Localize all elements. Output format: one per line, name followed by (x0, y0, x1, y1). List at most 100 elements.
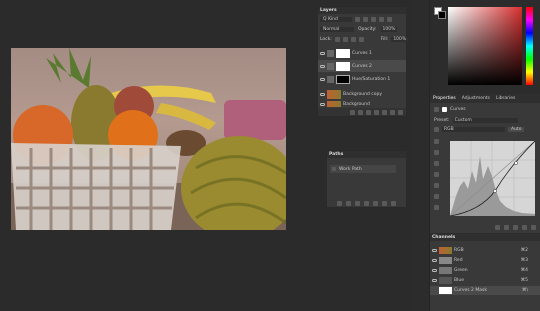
opacity-field[interactable]: 100% (380, 27, 398, 32)
channel-row[interactable]: Blue ⌘5 (430, 276, 540, 285)
channel-name[interactable]: Blue (454, 278, 519, 283)
layers-panel: Layers Q Kind Normal Opacity: 100% Lock:… (317, 6, 409, 117)
adjustment-name: Curves (450, 107, 466, 112)
filter-shape-icon[interactable] (379, 17, 384, 22)
add-mask-icon[interactable] (373, 200, 378, 206)
layer-row[interactable]: Hue/Saturation 1 (318, 73, 406, 85)
channel-row[interactable]: Green ⌘4 (430, 266, 540, 275)
lock-artboard-icon[interactable] (350, 37, 356, 42)
layer-mask-thumbnail[interactable] (336, 48, 350, 58)
filter-adjustment-icon[interactable] (363, 17, 368, 22)
filter-kind-select[interactable]: Q Kind (320, 17, 352, 22)
tab-properties[interactable]: Properties (433, 96, 456, 101)
target-adjust-icon[interactable] (434, 127, 439, 132)
trash-icon[interactable] (391, 200, 396, 206)
blend-mode-select[interactable]: Normal (320, 27, 354, 32)
add-style-icon[interactable] (358, 109, 363, 115)
channels-panel: Channels RGB ⌘2 Red ⌘3 Green ⌘4 Blue ⌘5 … (430, 234, 540, 311)
layer-row[interactable]: Curves 2 (318, 60, 406, 72)
black-point-eyedropper-icon[interactable] (434, 139, 439, 144)
layers-panel-title[interactable]: Layers (320, 8, 337, 13)
channel-row[interactable]: RGB ⌘2 (430, 246, 540, 255)
trash-icon[interactable] (398, 109, 403, 115)
link-layers-icon[interactable] (350, 109, 355, 115)
stroke-path-icon[interactable] (346, 200, 351, 206)
channels-panel-header: Channels (430, 234, 540, 241)
path-item[interactable]: Work Path (330, 165, 396, 173)
visibility-eye-icon[interactable] (432, 279, 437, 282)
background-color-swatch[interactable] (438, 11, 446, 19)
channel-row[interactable]: Red ⌘3 (430, 256, 540, 265)
clip-to-layer-icon[interactable] (495, 224, 500, 230)
make-work-path-icon[interactable] (364, 200, 369, 206)
clipping-warning-icon[interactable] (434, 205, 439, 210)
visibility-eye-icon[interactable] (432, 259, 437, 262)
tab-libraries[interactable]: Libraries (496, 96, 515, 101)
properties-panel: Properties Adjustments Libraries Curves … (430, 94, 540, 233)
lock-all-icon[interactable] (358, 37, 364, 42)
channel-row[interactable]: Curves 2 Mask ⌘\ (430, 286, 540, 295)
paths-footer (327, 199, 406, 207)
visibility-eye-icon[interactable] (522, 224, 527, 230)
reset-icon[interactable] (513, 224, 518, 230)
fill-field[interactable]: 100% (391, 37, 409, 42)
gray-point-eyedropper-icon[interactable] (434, 150, 439, 155)
visibility-eye-icon[interactable] (320, 51, 325, 55)
channel-name[interactable]: Curves 2 Mask (454, 288, 520, 293)
layer-name[interactable]: Curves 2 (352, 64, 372, 69)
curve-draw-icon[interactable] (434, 183, 439, 188)
layer-name[interactable]: Curves 1 (352, 51, 372, 56)
layer-mask-thumbnail[interactable] (336, 61, 350, 71)
channel-shortcut: ⌘3 (520, 258, 528, 263)
visibility-eye-icon[interactable] (320, 77, 325, 81)
visibility-eye-icon[interactable] (320, 92, 325, 96)
layer-row[interactable]: Curves 1 (318, 47, 406, 59)
channel-select[interactable]: RGB (442, 127, 505, 132)
filter-type-icon[interactable] (371, 17, 376, 22)
curve-edit-points-icon[interactable] (434, 172, 439, 177)
new-path-icon[interactable] (382, 200, 387, 206)
layer-name[interactable]: Hue/Saturation 1 (352, 77, 390, 82)
lock-pixels-icon[interactable] (334, 37, 340, 42)
channel-name[interactable]: Red (454, 258, 519, 263)
new-adjustment-icon[interactable] (374, 109, 379, 115)
smooth-icon[interactable] (434, 194, 439, 199)
fill-path-icon[interactable] (337, 200, 342, 206)
visibility-eye-icon[interactable] (432, 249, 437, 252)
filter-smart-icon[interactable] (387, 17, 392, 22)
channel-name[interactable]: Green (454, 268, 519, 273)
new-layer-icon[interactable] (390, 109, 395, 115)
color-field[interactable] (448, 7, 522, 85)
visibility-eye-icon[interactable] (432, 269, 437, 272)
filter-pixel-icon[interactable] (355, 17, 360, 22)
visibility-eye-icon[interactable] (320, 102, 325, 106)
paths-panel-title[interactable]: Paths (329, 152, 343, 157)
lock-position-icon[interactable] (342, 37, 348, 42)
mask-icon[interactable] (442, 107, 447, 112)
layer-name[interactable]: Background (343, 102, 370, 107)
load-selection-icon[interactable] (355, 200, 360, 206)
preset-select[interactable]: Custom (452, 118, 518, 123)
curves-graph[interactable] (449, 140, 536, 217)
white-point-eyedropper-icon[interactable] (434, 161, 439, 166)
auto-button[interactable]: Auto (508, 127, 525, 132)
layer-mask-thumbnail[interactable] (336, 74, 350, 84)
layer-row[interactable]: Background (318, 101, 406, 107)
path-name[interactable]: Work Path (339, 167, 362, 172)
view-previous-icon[interactable] (504, 224, 509, 230)
channel-name[interactable]: RGB (454, 248, 519, 253)
visibility-eye-icon[interactable] (320, 64, 325, 68)
layer-thumbnail[interactable] (327, 101, 341, 107)
channel-thumbnail (439, 277, 452, 284)
trash-icon[interactable] (531, 224, 536, 230)
document-canvas[interactable] (11, 48, 286, 230)
channels-panel-title[interactable]: Channels (432, 235, 455, 240)
new-group-icon[interactable] (382, 109, 387, 115)
add-mask-icon[interactable] (366, 109, 371, 115)
hue-slider[interactable] (526, 7, 533, 85)
layers-footer (318, 108, 406, 116)
tab-adjustments[interactable]: Adjustments (462, 96, 490, 101)
layer-thumbnail[interactable] (327, 89, 341, 99)
layer-row[interactable]: Background copy (318, 88, 406, 100)
layer-name[interactable]: Background copy (343, 92, 382, 97)
